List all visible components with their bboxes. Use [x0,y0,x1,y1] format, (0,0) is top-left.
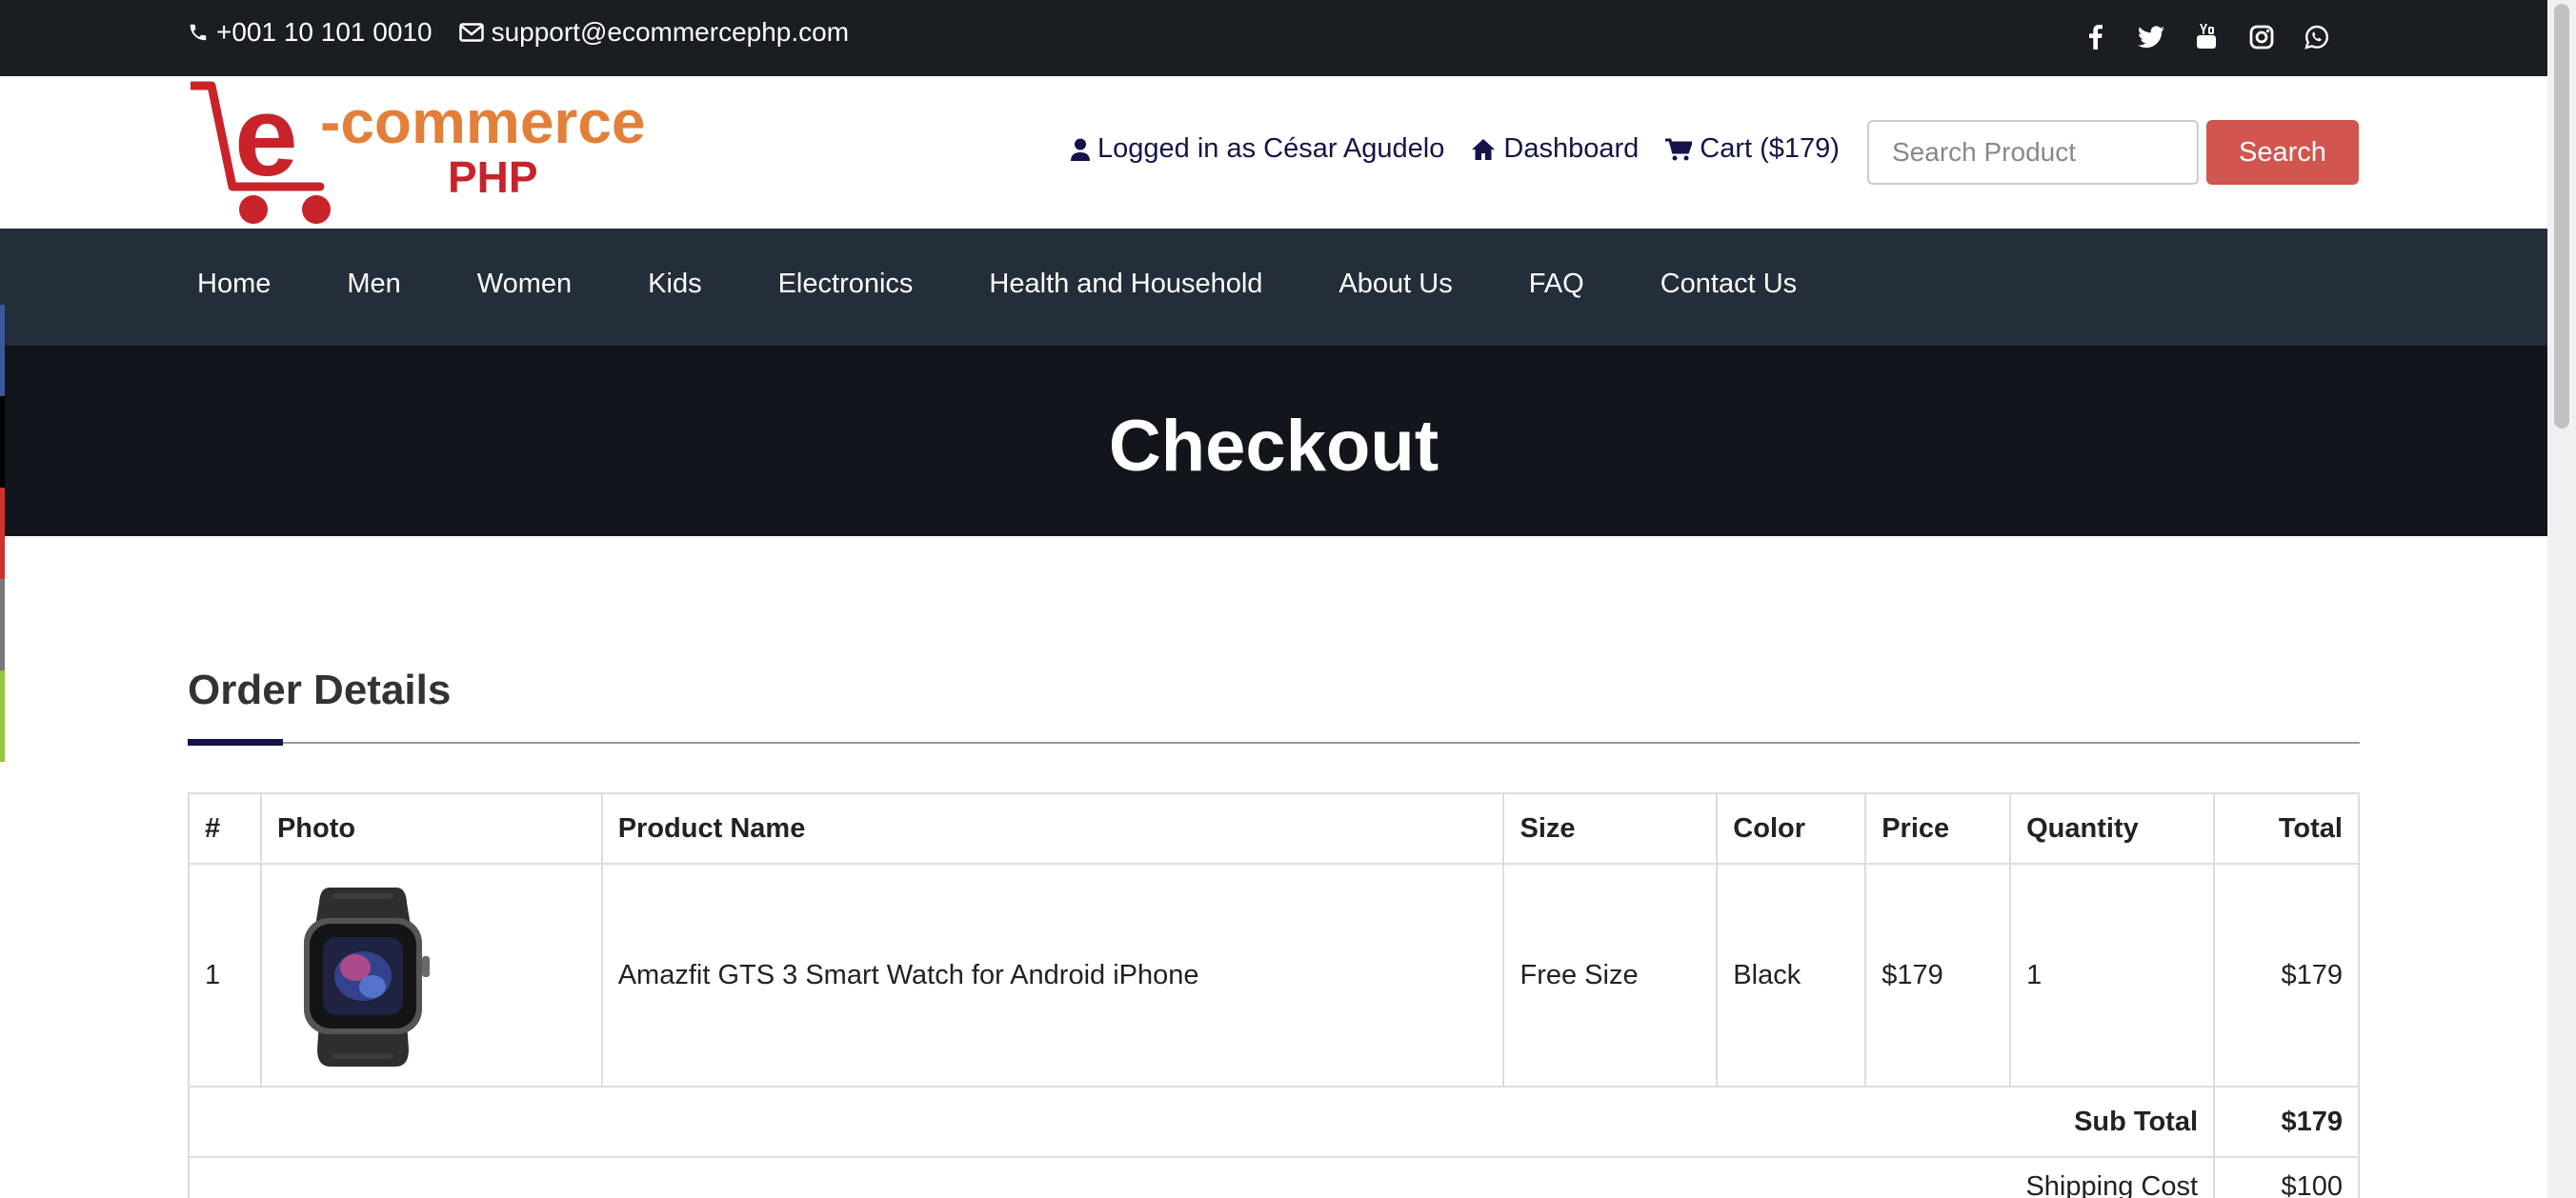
facebook-icon[interactable] [2068,19,2123,55]
nav-item-men[interactable]: Men [347,269,400,300]
phone-number: +001 10 101 0010 [216,17,433,47]
search-button[interactable]: Search [2206,120,2359,185]
site-header: e -commerce PHP Logged in as César Agude… [0,76,2547,229]
whatsapp-icon[interactable] [2289,19,2345,55]
product-price: $179 [1864,863,2012,1088]
twitter-icon[interactable] [2123,19,2179,55]
nav-item-electronics[interactable]: Electronics [778,269,914,300]
logo-php: PHP [448,152,538,202]
top-bar: +001 10 101 0010 support@ecommercephp.co… [0,0,2547,76]
order-table: # Photo Product Name Size Color Price Qu… [187,792,2360,1198]
email-contact[interactable]: support@ecommercephp.com [458,17,849,48]
phone-contact: +001 10 101 0010 [188,17,433,48]
nav-item-kids[interactable]: Kids [648,269,701,300]
main-nav: Home Men Women Kids Electronics Health a… [0,229,2547,346]
side-share-strip [0,305,5,762]
dashboard-label: Dashboard [1503,133,1640,164]
shipping-row: Shipping Cost $100 [187,1156,2360,1198]
table-header-row: # Photo Product Name Size Color Price Qu… [188,792,2360,865]
product-quantity: 1 [2009,863,2216,1088]
product-name: Amazfit GTS 3 Smart Watch for Android iP… [600,863,1505,1088]
col-header-number: # [188,792,262,865]
cart-label: Cart ($179) [1700,133,1840,164]
share-pinterest-tab[interactable] [0,488,5,579]
col-header-size: Size [1502,792,1719,865]
site-logo[interactable]: e -commerce PHP [191,80,676,227]
subtotal-label: Sub Total [187,1086,2216,1158]
header-links: Logged in as César Agudelo Dashboard Car… [1071,133,1866,165]
user-link[interactable]: Logged in as César Agudelo [1071,133,1444,165]
col-header-photo: Photo [259,792,603,865]
product-total: $179 [2213,863,2360,1088]
nav-item-home[interactable]: Home [197,269,271,300]
share-more-tab[interactable] [0,670,5,762]
home-icon [1472,138,1496,160]
share-twitter-tab[interactable] [0,396,5,488]
phone-icon [190,24,207,41]
youtube-icon[interactable] [2179,19,2234,55]
share-facebook-tab[interactable] [0,305,5,396]
row-number: 1 [188,863,262,1088]
product-photo-cell [259,863,603,1088]
section-accent-bar [188,739,283,746]
col-header-color: Color [1716,792,1867,865]
order-details-heading: Order Details [188,667,452,713]
logged-in-label: Logged in as César Agudelo [1097,133,1445,164]
nav-item-contact-us[interactable]: Contact Us [1660,269,1797,300]
email-address[interactable]: support@ecommercephp.com [492,17,849,48]
col-header-product-name: Product Name [600,792,1505,865]
cart-link[interactable]: Cart ($179) [1665,133,1840,165]
cart-icon [1665,138,1693,160]
page-scrollbar[interactable] [2547,0,2576,1198]
instagram-icon[interactable] [2234,19,2289,55]
social-links [2068,19,2345,55]
subtotal-value: $179 [2213,1086,2360,1158]
page-title: Checkout [1108,406,1439,487]
search-input[interactable] [1867,120,2199,185]
logo-e: e [234,80,298,200]
section-divider [188,742,2360,744]
user-icon [1071,138,1090,161]
product-size: Free Size [1502,863,1719,1088]
scrollbar-thumb[interactable] [2554,4,2569,429]
col-header-quantity: Quantity [2009,792,2216,865]
nav-item-health-household[interactable]: Health and Household [989,269,1262,300]
share-email-tab[interactable] [0,579,5,670]
envelope-icon [458,23,484,42]
nav-item-about-us[interactable]: About Us [1338,269,1452,300]
nav-item-women[interactable]: Women [477,269,572,300]
dashboard-link[interactable]: Dashboard [1471,133,1639,165]
shipping-value: $100 [2213,1156,2360,1198]
product-photo [303,888,430,1067]
subtotal-row: Sub Total $179 [187,1086,2360,1158]
contact-info: +001 10 101 0010 support@ecommercephp.co… [188,17,875,48]
page-banner: Checkout [0,346,2547,536]
product-color: Black [1716,863,1867,1088]
table-row: 1 Amazfit GTS 3 Smart Watch for Android … [188,863,2360,1088]
nav-item-faq[interactable]: FAQ [1529,269,1584,300]
col-header-price: Price [1864,792,2012,865]
logo-commerce: -commerce [320,88,646,156]
shipping-label: Shipping Cost [187,1156,2216,1198]
col-header-total: Total [2213,792,2360,865]
